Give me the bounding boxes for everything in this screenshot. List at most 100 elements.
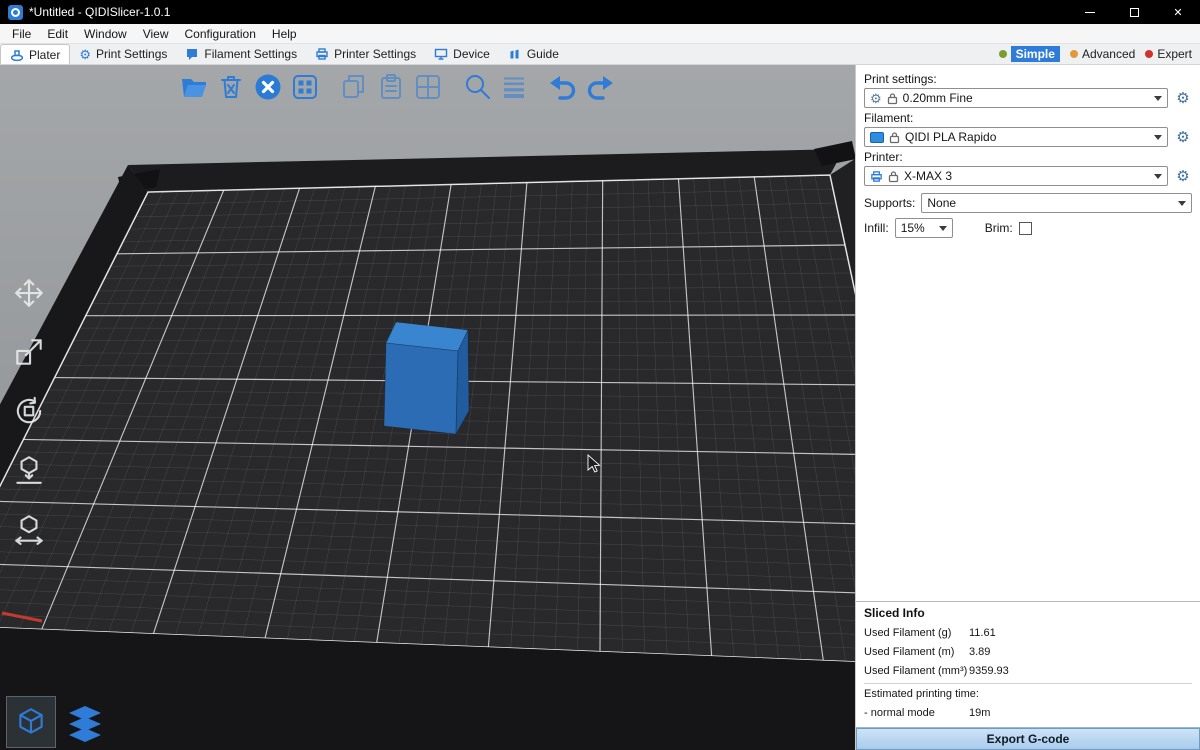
tab-guide[interactable]: Guide bbox=[499, 44, 568, 64]
chevron-down-icon bbox=[1154, 135, 1162, 140]
rotate-gizmo-button[interactable] bbox=[6, 388, 52, 434]
mode-label: Expert bbox=[1157, 47, 1192, 61]
3d-editor-icon bbox=[14, 705, 48, 739]
chevron-down-icon bbox=[1178, 201, 1186, 206]
print-settings-label: Print settings: bbox=[864, 72, 1192, 86]
gear-icon: ⚙ bbox=[870, 92, 882, 105]
export-area: Export G-code bbox=[856, 727, 1200, 750]
tab-device[interactable]: Device bbox=[425, 44, 499, 64]
undo-button[interactable] bbox=[544, 69, 581, 105]
infill-value: 15% bbox=[901, 221, 925, 235]
supports-combo[interactable]: None bbox=[921, 193, 1192, 213]
window-title: *Untitled - QIDISlicer-1.0.1 bbox=[29, 5, 170, 19]
lock-icon bbox=[889, 131, 900, 144]
filament-combo[interactable]: QIDI PLA Rapido bbox=[864, 127, 1168, 147]
delete-all-button[interactable] bbox=[249, 69, 286, 105]
model-cube[interactable] bbox=[384, 322, 469, 434]
plater-icon bbox=[10, 48, 24, 62]
device-monitor-icon bbox=[434, 47, 448, 61]
split-objects-button[interactable] bbox=[409, 69, 446, 105]
minimize-icon bbox=[1085, 12, 1095, 13]
open-folder-icon bbox=[178, 71, 210, 103]
scale-icon bbox=[12, 335, 46, 369]
tab-plater[interactable]: Plater bbox=[0, 44, 70, 64]
tab-filament-settings[interactable]: Filament Settings bbox=[176, 44, 306, 64]
qidislicer-window: *Untitled - QIDISlicer-1.0.1 ✕ File Edit… bbox=[0, 0, 1200, 750]
tab-printer-settings[interactable]: Printer Settings bbox=[306, 44, 425, 64]
open-button[interactable] bbox=[175, 69, 212, 105]
scene-canvas bbox=[0, 65, 855, 750]
sliced-info-row: Estimated printing time: bbox=[864, 683, 1192, 704]
print-settings-gear-button[interactable]: ⚙ bbox=[1174, 91, 1192, 106]
cut-icon bbox=[12, 512, 46, 546]
search-button[interactable] bbox=[458, 69, 495, 105]
variable-layer-height-button[interactable] bbox=[495, 69, 532, 105]
window-controls: ✕ bbox=[1068, 0, 1200, 24]
printer-icon bbox=[870, 170, 883, 183]
preview-layers-view-button[interactable] bbox=[60, 696, 110, 748]
mode-advanced[interactable]: Advanced bbox=[1070, 47, 1135, 61]
menu-configuration[interactable]: Configuration bbox=[177, 24, 264, 43]
delete-button[interactable] bbox=[212, 69, 249, 105]
copy-icon bbox=[338, 71, 370, 103]
filament-value: QIDI PLA Rapido bbox=[905, 130, 996, 144]
infill-label: Infill: bbox=[864, 221, 889, 235]
mode-label: Advanced bbox=[1082, 47, 1135, 61]
redo-button[interactable] bbox=[581, 69, 618, 105]
arrange-icon bbox=[289, 71, 321, 103]
menu-window[interactable]: Window bbox=[76, 24, 135, 43]
lock-icon bbox=[888, 170, 899, 183]
mode-simple[interactable]: Simple bbox=[999, 46, 1060, 62]
printer-combo[interactable]: X-MAX 3 bbox=[864, 166, 1168, 186]
maximize-button[interactable] bbox=[1112, 0, 1156, 24]
app-logo-icon bbox=[8, 5, 23, 20]
print-bed bbox=[0, 141, 855, 750]
scale-gizmo-button[interactable] bbox=[6, 329, 52, 375]
place-on-face-gizmo-button[interactable] bbox=[6, 447, 52, 493]
mode-label: Simple bbox=[1011, 46, 1060, 62]
menu-view[interactable]: View bbox=[135, 24, 177, 43]
printer-label: Printer: bbox=[864, 150, 1192, 164]
export-gcode-button[interactable]: Export G-code bbox=[856, 728, 1200, 750]
menu-help[interactable]: Help bbox=[264, 24, 305, 43]
trash-delete-icon bbox=[215, 71, 247, 103]
tab-print-settings[interactable]: ⚙ Print Settings bbox=[70, 44, 176, 64]
expert-mode-dot-icon bbox=[1145, 50, 1153, 58]
chevron-down-icon bbox=[939, 226, 947, 231]
close-button[interactable]: ✕ bbox=[1156, 0, 1200, 24]
move-gizmo-button[interactable] bbox=[6, 270, 52, 316]
tab-bar: Plater ⚙ Print Settings Filament Setting… bbox=[0, 44, 1200, 65]
paste-button[interactable] bbox=[372, 69, 409, 105]
3d-viewport[interactable] bbox=[0, 65, 855, 750]
tab-label: Print Settings bbox=[96, 47, 167, 61]
arrange-button[interactable] bbox=[286, 69, 323, 105]
brim-checkbox[interactable] bbox=[1019, 222, 1032, 235]
printer-value: X-MAX 3 bbox=[904, 169, 952, 183]
sliced-info-title: Sliced Info bbox=[864, 606, 1192, 620]
editor-3d-view-button[interactable] bbox=[6, 696, 56, 748]
simple-mode-dot-icon bbox=[999, 50, 1007, 58]
print-settings-value: 0.20mm Fine bbox=[903, 91, 973, 105]
menu-edit[interactable]: Edit bbox=[39, 24, 76, 43]
minimize-button[interactable] bbox=[1068, 0, 1112, 24]
menu-bar: File Edit Window View Configuration Help bbox=[0, 24, 1200, 44]
filament-color-swatch bbox=[870, 132, 884, 143]
brim-label: Brim: bbox=[985, 221, 1013, 235]
menu-file[interactable]: File bbox=[4, 24, 39, 43]
tab-label: Printer Settings bbox=[334, 47, 416, 61]
move-icon bbox=[12, 276, 46, 310]
cut-gizmo-button[interactable] bbox=[6, 506, 52, 552]
sliced-info-panel: Sliced Info Used Filament (g) 11.61 Used… bbox=[856, 601, 1200, 727]
printer-gear-button[interactable]: ⚙ bbox=[1174, 169, 1192, 184]
sliced-info-row: - normal mode 19m bbox=[864, 704, 1192, 723]
tab-label: Plater bbox=[29, 48, 60, 62]
gear-icon: ⚙ bbox=[79, 48, 91, 61]
print-settings-combo[interactable]: ⚙ 0.20mm Fine bbox=[864, 88, 1168, 108]
tab-label: Guide bbox=[527, 47, 559, 61]
filament-gear-button[interactable]: ⚙ bbox=[1174, 130, 1192, 145]
place-on-face-icon bbox=[12, 453, 46, 487]
printer-icon bbox=[315, 47, 329, 61]
infill-combo[interactable]: 15% bbox=[895, 218, 953, 238]
mode-expert[interactable]: Expert bbox=[1145, 47, 1192, 61]
copy-button[interactable] bbox=[335, 69, 372, 105]
